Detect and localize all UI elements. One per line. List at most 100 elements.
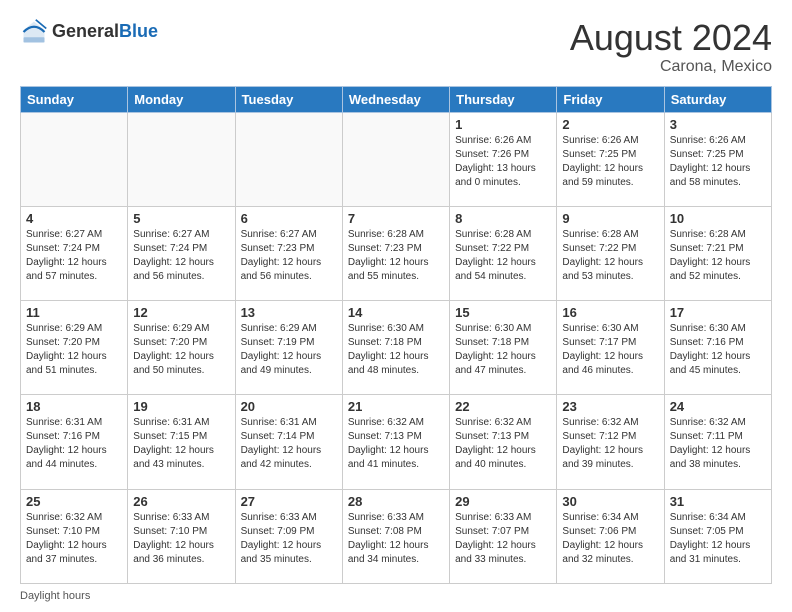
- header: GeneralBlue August 2024 Carona, Mexico: [20, 18, 772, 76]
- calendar-header-row: SundayMondayTuesdayWednesdayThursdayFrid…: [21, 86, 772, 112]
- day-number: 15: [455, 305, 551, 320]
- day-number: 11: [26, 305, 122, 320]
- calendar-cell: [21, 112, 128, 206]
- day-info: Sunrise: 6:26 AM Sunset: 7:25 PM Dayligh…: [562, 134, 658, 190]
- calendar-cell: 1Sunrise: 6:26 AM Sunset: 7:26 PM Daylig…: [450, 112, 557, 206]
- day-info: Sunrise: 6:28 AM Sunset: 7:22 PM Dayligh…: [455, 228, 551, 284]
- day-info: Sunrise: 6:34 AM Sunset: 7:05 PM Dayligh…: [670, 511, 766, 567]
- day-info: Sunrise: 6:34 AM Sunset: 7:06 PM Dayligh…: [562, 511, 658, 567]
- calendar-week-1: 1Sunrise: 6:26 AM Sunset: 7:26 PM Daylig…: [21, 112, 772, 206]
- calendar-cell: 15Sunrise: 6:30 AM Sunset: 7:18 PM Dayli…: [450, 301, 557, 395]
- calendar-cell: 28Sunrise: 6:33 AM Sunset: 7:08 PM Dayli…: [342, 489, 449, 583]
- day-number: 16: [562, 305, 658, 320]
- day-info: Sunrise: 6:32 AM Sunset: 7:10 PM Dayligh…: [26, 511, 122, 567]
- day-info: Sunrise: 6:32 AM Sunset: 7:13 PM Dayligh…: [455, 416, 551, 472]
- day-info: Sunrise: 6:33 AM Sunset: 7:07 PM Dayligh…: [455, 511, 551, 567]
- calendar-cell: 19 Sunrise: 6:31 AM Sunset: 7:15 PM Dayli…: [128, 395, 235, 489]
- day-number: 23: [562, 399, 658, 414]
- day-number: 2: [562, 117, 658, 132]
- main-title: August 2024: [570, 18, 772, 58]
- calendar-cell: 11 Sunrise: 6:29 AM Sunset: 7:20 PM Dayli…: [21, 301, 128, 395]
- day-number: 27: [241, 494, 337, 509]
- day-number: 12: [133, 305, 229, 320]
- day-info: Sunrise: 6:32 AM Sunset: 7:12 PM Dayligh…: [562, 416, 658, 472]
- calendar-cell: 8 Sunrise: 6:28 AM Sunset: 7:22 PM Daylig…: [450, 206, 557, 300]
- day-info: Sunrise: 6:29 AM Sunset: 7:20 PM Dayligh…: [133, 322, 229, 378]
- calendar-header-tuesday: Tuesday: [235, 86, 342, 112]
- day-number: 25: [26, 494, 122, 509]
- calendar-cell: 23 Sunrise: 6:32 AM Sunset: 7:12 PM Dayli…: [557, 395, 664, 489]
- calendar-cell: 3 Sunrise: 6:26 AM Sunset: 7:25 PM Daylig…: [664, 112, 771, 206]
- calendar-cell: 16 Sunrise: 6:30 AM Sunset: 7:17 PM Dayli…: [557, 301, 664, 395]
- day-info: Sunrise: 6:28 AM Sunset: 7:23 PM Dayligh…: [348, 228, 444, 284]
- calendar-cell: 31 Sunrise: 6:34 AM Sunset: 7:05 PM Dayli…: [664, 489, 771, 583]
- calendar-header-wednesday: Wednesday: [342, 86, 449, 112]
- calendar-cell: 4Sunrise: 6:27 AM Sunset: 7:24 PM Daylig…: [21, 206, 128, 300]
- calendar-table: SundayMondayTuesdayWednesdayThursdayFrid…: [20, 86, 772, 584]
- calendar-cell: 10 Sunrise: 6:28 AM Sunset: 7:21 PM Dayli…: [664, 206, 771, 300]
- day-number: 28: [348, 494, 444, 509]
- day-info: Sunrise: 6:30 AM Sunset: 7:18 PM Dayligh…: [348, 322, 444, 378]
- day-number: 10: [670, 211, 766, 226]
- calendar-cell: 14 Sunrise: 6:30 AM Sunset: 7:18 PM Dayli…: [342, 301, 449, 395]
- day-number: 20: [241, 399, 337, 414]
- day-info: Sunrise: 6:27 AM Sunset: 7:24 PM Dayligh…: [133, 228, 229, 284]
- day-number: 9: [562, 211, 658, 226]
- calendar-header-thursday: Thursday: [450, 86, 557, 112]
- calendar-cell: 26 Sunrise: 6:33 AM Sunset: 7:10 PM Dayli…: [128, 489, 235, 583]
- calendar-cell: 13 Sunrise: 6:29 AM Sunset: 7:19 PM Dayli…: [235, 301, 342, 395]
- calendar-cell: 7 Sunrise: 6:28 AM Sunset: 7:23 PM Daylig…: [342, 206, 449, 300]
- calendar-cell: 22 Sunrise: 6:32 AM Sunset: 7:13 PM Dayli…: [450, 395, 557, 489]
- day-number: 1: [455, 117, 551, 132]
- calendar-cell: 6Sunrise: 6:27 AM Sunset: 7:23 PM Daylig…: [235, 206, 342, 300]
- calendar-cell: 24 Sunrise: 6:32 AM Sunset: 7:11 PM Dayli…: [664, 395, 771, 489]
- calendar-week-3: 11 Sunrise: 6:29 AM Sunset: 7:20 PM Dayli…: [21, 301, 772, 395]
- day-number: 6: [241, 211, 337, 226]
- day-number: 3: [670, 117, 766, 132]
- day-info: Sunrise: 6:29 AM Sunset: 7:19 PM Dayligh…: [241, 322, 337, 378]
- calendar-cell: 5 Sunrise: 6:27 AM Sunset: 7:24 PM Daylig…: [128, 206, 235, 300]
- day-number: 19: [133, 399, 229, 414]
- logo-icon: [20, 18, 48, 46]
- day-info: Sunrise: 6:28 AM Sunset: 7:21 PM Dayligh…: [670, 228, 766, 284]
- day-number: 31: [670, 494, 766, 509]
- day-number: 24: [670, 399, 766, 414]
- day-info: Sunrise: 6:33 AM Sunset: 7:09 PM Dayligh…: [241, 511, 337, 567]
- day-info: Sunrise: 6:27 AM Sunset: 7:24 PM Dayligh…: [26, 228, 122, 284]
- day-info: Sunrise: 6:30 AM Sunset: 7:17 PM Dayligh…: [562, 322, 658, 378]
- day-number: 26: [133, 494, 229, 509]
- day-number: 7: [348, 211, 444, 226]
- logo-text: GeneralBlue: [52, 22, 158, 42]
- day-number: 17: [670, 305, 766, 320]
- logo: GeneralBlue: [20, 18, 158, 46]
- day-info: Sunrise: 6:31 AM Sunset: 7:14 PM Dayligh…: [241, 416, 337, 472]
- calendar-cell: 30 Sunrise: 6:34 AM Sunset: 7:06 PM Dayli…: [557, 489, 664, 583]
- calendar-week-5: 25 Sunrise: 6:32 AM Sunset: 7:10 PM Dayli…: [21, 489, 772, 583]
- calendar-week-4: 18Sunrise: 6:31 AM Sunset: 7:16 PM Dayli…: [21, 395, 772, 489]
- day-info: Sunrise: 6:31 AM Sunset: 7:15 PM Dayligh…: [133, 416, 229, 472]
- day-number: 22: [455, 399, 551, 414]
- calendar-cell: 21Sunrise: 6:32 AM Sunset: 7:13 PM Dayli…: [342, 395, 449, 489]
- day-number: 13: [241, 305, 337, 320]
- calendar-cell: 2 Sunrise: 6:26 AM Sunset: 7:25 PM Daylig…: [557, 112, 664, 206]
- calendar-cell: 18Sunrise: 6:31 AM Sunset: 7:16 PM Dayli…: [21, 395, 128, 489]
- subtitle: Carona, Mexico: [570, 58, 772, 76]
- calendar-cell: [128, 112, 235, 206]
- title-block: August 2024 Carona, Mexico: [570, 18, 772, 76]
- calendar-cell: 29Sunrise: 6:33 AM Sunset: 7:07 PM Dayli…: [450, 489, 557, 583]
- day-number: 30: [562, 494, 658, 509]
- day-info: Sunrise: 6:29 AM Sunset: 7:20 PM Dayligh…: [26, 322, 122, 378]
- calendar-cell: 20 Sunrise: 6:31 AM Sunset: 7:14 PM Dayli…: [235, 395, 342, 489]
- calendar-cell: 9Sunrise: 6:28 AM Sunset: 7:22 PM Daylig…: [557, 206, 664, 300]
- calendar-cell: 12 Sunrise: 6:29 AM Sunset: 7:20 PM Dayli…: [128, 301, 235, 395]
- day-info: Sunrise: 6:32 AM Sunset: 7:11 PM Dayligh…: [670, 416, 766, 472]
- day-number: 14: [348, 305, 444, 320]
- calendar-cell: 27 Sunrise: 6:33 AM Sunset: 7:09 PM Dayli…: [235, 489, 342, 583]
- day-number: 8: [455, 211, 551, 226]
- day-info: Sunrise: 6:33 AM Sunset: 7:10 PM Dayligh…: [133, 511, 229, 567]
- day-info: Sunrise: 6:26 AM Sunset: 7:25 PM Dayligh…: [670, 134, 766, 190]
- day-number: 18: [26, 399, 122, 414]
- day-info: Sunrise: 6:32 AM Sunset: 7:13 PM Dayligh…: [348, 416, 444, 472]
- calendar-header-sunday: Sunday: [21, 86, 128, 112]
- day-number: 5: [133, 211, 229, 226]
